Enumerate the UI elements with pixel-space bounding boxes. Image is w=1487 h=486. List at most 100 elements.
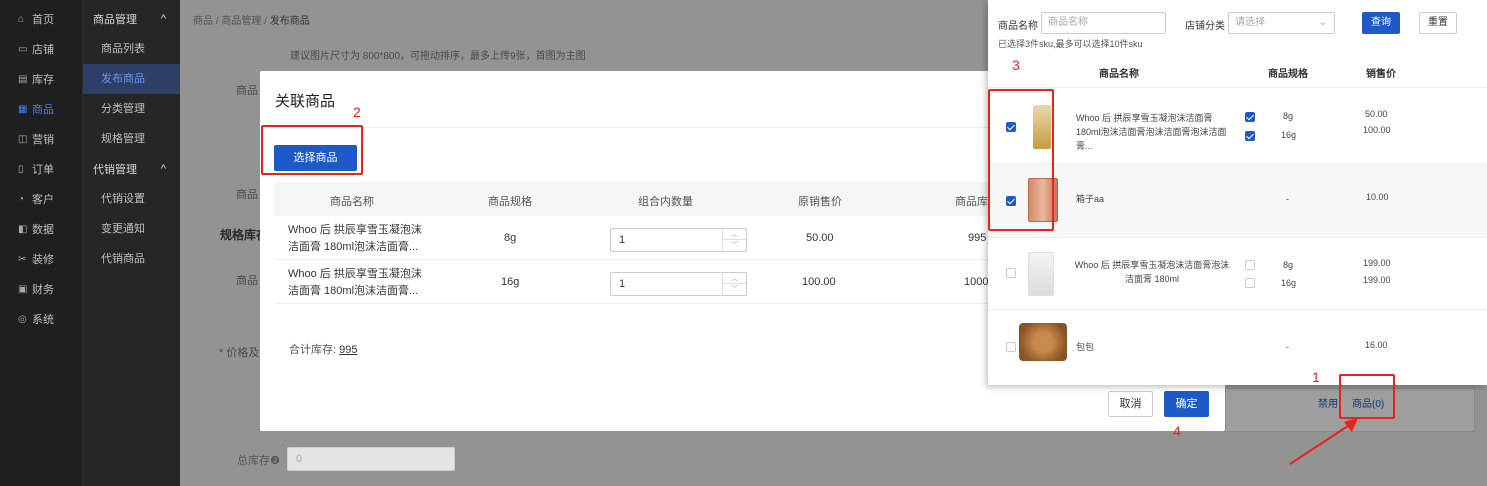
sidebar-item-label: 营销 xyxy=(32,134,54,146)
row-checkbox[interactable] xyxy=(1006,268,1016,278)
annotation-number: 2 xyxy=(353,104,361,120)
nav-group-goods-management[interactable]: 商品管理 ^ xyxy=(83,4,180,34)
selection-info: 已选择3件sku,最多可以选择10件sku xyxy=(998,39,1143,49)
increment-icon[interactable]: ︿ xyxy=(723,229,746,240)
sidebar-item[interactable]: ◎ 系统 xyxy=(0,304,82,334)
sidebar-item-label: 店铺 xyxy=(32,44,54,56)
data-icon: ◧ xyxy=(18,223,28,235)
chevron-up-icon: ^ xyxy=(160,163,166,175)
drawer-goods-row[interactable]: 箱子aa - 10.00 xyxy=(988,164,1487,238)
query-button[interactable]: 查询 xyxy=(1362,12,1400,34)
shop-category-label: 店铺分类 xyxy=(1185,21,1225,32)
marketing-icon: ◫ xyxy=(18,133,28,145)
help-icon[interactable]: ❷ xyxy=(270,455,280,467)
total-stock-input[interactable]: 0 xyxy=(287,447,455,471)
sidebar-item[interactable]: ✂ 装修 xyxy=(0,244,82,274)
sidebar-item[interactable]: ◧ 数据 xyxy=(0,214,82,244)
sidebar-item[interactable]: ◔ 客户 xyxy=(0,184,82,214)
chevron-up-icon: ^ xyxy=(160,13,166,25)
column-header: 原销售价 xyxy=(798,196,842,208)
system-icon: ◎ xyxy=(18,313,27,325)
sidebar-item-label: 商品 xyxy=(32,104,54,116)
spec-checkbox[interactable] xyxy=(1245,112,1255,122)
row-checkbox[interactable] xyxy=(1006,342,1016,352)
decorate-icon: ✂ xyxy=(18,253,27,265)
goods-name: 箱子aa xyxy=(1076,194,1105,204)
sum-value: 995 xyxy=(339,344,358,356)
sidebar-item[interactable]: ▤ 库存 xyxy=(0,64,82,94)
drawer-goods-row[interactable]: Whoo 后 拱辰享雪玉凝泡沫洁面膏 180ml泡沫洁面膏泡沫洁面膏泡沫洁面膏.… xyxy=(988,89,1487,164)
goods-icon: ▦ xyxy=(18,103,28,115)
annotation-box-2 xyxy=(261,125,363,175)
annotation-number: 1 xyxy=(1312,369,1320,385)
sidebar-item-label: 数据 xyxy=(32,224,54,236)
spec-value: 16g xyxy=(1281,278,1297,288)
sidebar-item[interactable]: ▯ 订单 xyxy=(0,154,82,184)
drawer-table-header: 商品名称 商品规格 销售价 xyxy=(988,52,1487,88)
chevron-down-icon: ⌄ xyxy=(1318,17,1327,28)
sidebar-item-label: 财务 xyxy=(32,284,54,296)
subnav-consign-goods[interactable]: 代销商品 xyxy=(83,244,180,274)
goods-stock: 1000 xyxy=(964,276,989,288)
secondary-sidebar: 商品管理 ^ 商品列表 发布商品 分类管理 规格管理 代销管理 ^ 代销设置 变更通… xyxy=(82,0,180,486)
subnav-spec-management[interactable]: 规格管理 xyxy=(83,124,180,154)
spec-checkbox[interactable] xyxy=(1245,260,1255,270)
goods-name: Whoo 后 拱辰享雪玉凝泡沫洁面膏 180ml泡沫洁面膏... xyxy=(288,268,422,297)
price-value: 100.00 xyxy=(1363,125,1391,135)
quantity-stepper[interactable]: 1 ︿ ﹀ xyxy=(610,272,747,296)
drawer-goods-row[interactable]: 包包 - 16.00 xyxy=(988,310,1487,385)
select-placeholder: 请选择 xyxy=(1235,17,1265,28)
subnav-category-management[interactable]: 分类管理 xyxy=(83,94,180,124)
sidebar-item[interactable]: ⌂ 首页 xyxy=(0,4,82,34)
spec-value: 16g xyxy=(1281,130,1297,140)
price-value: 50.00 xyxy=(1365,109,1388,119)
subnav-consign-settings[interactable]: 代销设置 xyxy=(83,184,180,214)
goods-spec: 8g xyxy=(504,232,517,244)
spec-value: 8g xyxy=(1283,111,1294,121)
product-thumbnail xyxy=(1019,323,1067,361)
sidebar-item[interactable]: ▭ 店铺 xyxy=(0,34,82,64)
spec-value: 8g xyxy=(1283,260,1294,270)
primary-sidebar: ⌂ 首页 ▭ 店铺 ▤ 库存 ▦ 商品 ◫ 营销 ▯ 订单 ◔ 客户 ◧ 数据 ✂ 装修 ▣ 财务 ◎ 系统 xyxy=(0,0,82,486)
sidebar-item-label: 系统 xyxy=(32,314,54,326)
inventory-icon: ▤ xyxy=(18,73,28,85)
spec-value: - xyxy=(1286,194,1289,204)
spec-checkbox[interactable] xyxy=(1245,131,1255,141)
subnav-change-notice[interactable]: 变更通知 xyxy=(83,214,180,244)
quantity-stepper[interactable]: 1 ︿ ﹀ xyxy=(610,228,747,252)
price-value: 199.00 xyxy=(1363,258,1391,268)
sidebar-item[interactable]: ◫ 营销 xyxy=(0,124,82,154)
product-thumbnail xyxy=(1028,252,1054,296)
sidebar-item-label: 首页 xyxy=(32,14,54,26)
goods-name-input[interactable]: 商品名称 xyxy=(1041,12,1166,34)
annotation-arrow-icon xyxy=(1289,418,1358,465)
annotation-number: 4 xyxy=(1173,423,1181,439)
original-price: 50.00 xyxy=(806,232,834,244)
sum-label: 合计库存: xyxy=(289,344,337,356)
sidebar-item-label: 客户 xyxy=(32,194,54,206)
nav-group-consignment[interactable]: 代销管理 ^ xyxy=(83,154,180,184)
sidebar-item-label: 订单 xyxy=(32,164,54,176)
subnav-publish-goods[interactable]: 发布商品 xyxy=(83,64,180,94)
annotation-box-3 xyxy=(988,89,1054,231)
finance-icon: ▣ xyxy=(18,283,28,295)
spec-checkbox[interactable] xyxy=(1245,278,1255,288)
column-header: 商品规格 xyxy=(488,196,532,208)
sidebar-item[interactable]: ▣ 财务 xyxy=(0,274,82,304)
cancel-button[interactable]: 取消 xyxy=(1108,391,1153,417)
shop-category-select[interactable]: 请选择 ⌄ xyxy=(1228,12,1335,34)
price-value: 199.00 xyxy=(1363,275,1391,285)
decrement-icon[interactable]: ﹀ xyxy=(723,284,746,295)
sidebar-item[interactable]: ▦ 商品 xyxy=(0,94,82,124)
home-icon: ⌂ xyxy=(18,13,25,25)
drawer-goods-row[interactable]: Whoo 后 拱辰享雪玉凝泡沫洁面膏泡沫洁面膏 180ml 8g 16g 199… xyxy=(988,238,1487,310)
reset-button[interactable]: 重置 xyxy=(1419,12,1457,34)
decrement-icon[interactable]: ﹀ xyxy=(723,240,746,251)
goods-name: 包包 xyxy=(1076,342,1095,352)
column-header: 商品规格 xyxy=(1268,69,1308,80)
subnav-goods-list[interactable]: 商品列表 xyxy=(83,34,180,64)
increment-icon[interactable]: ︿ xyxy=(723,273,746,284)
column-header: 组合内数量 xyxy=(638,196,693,208)
confirm-button[interactable]: 确定 xyxy=(1164,391,1209,417)
original-price: 100.00 xyxy=(802,276,836,288)
